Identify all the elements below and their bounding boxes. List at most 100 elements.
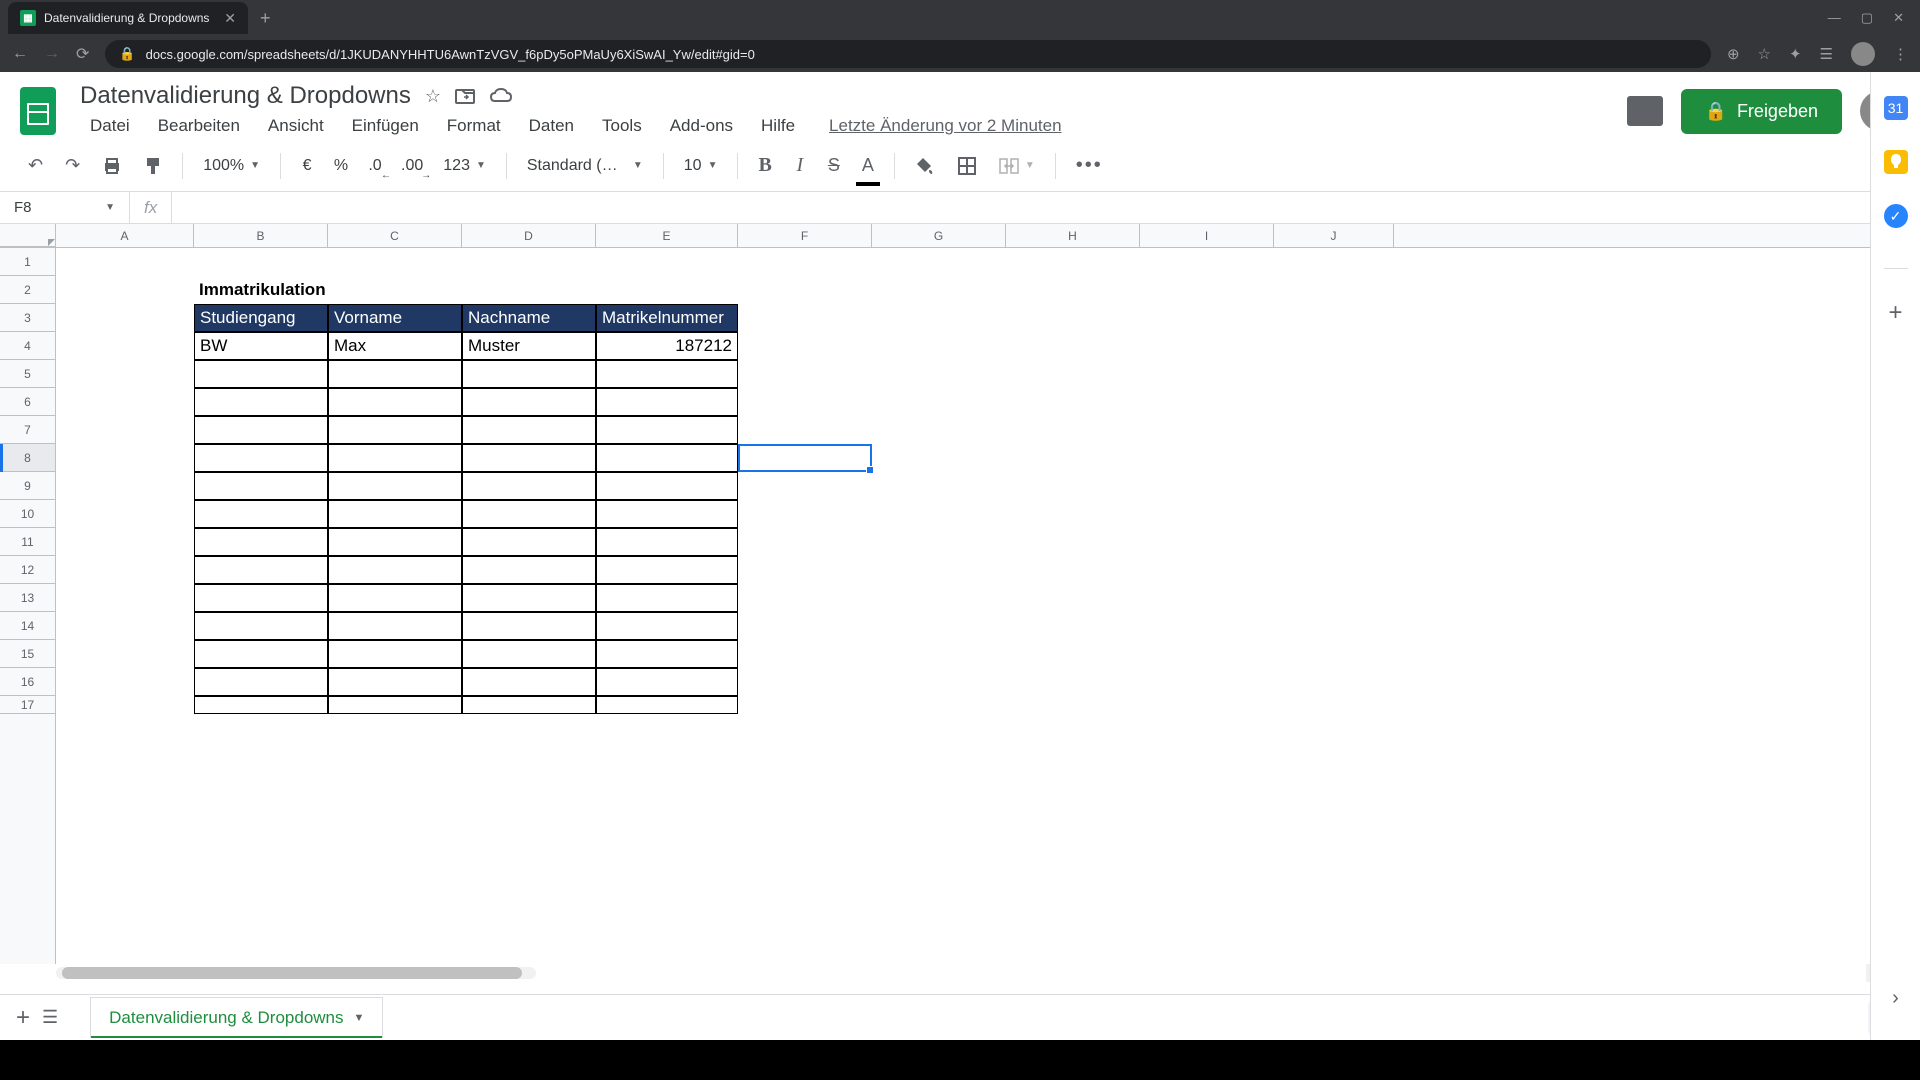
row-header[interactable]: 3 — [0, 304, 55, 332]
table-cell[interactable] — [462, 640, 596, 668]
text-color-button[interactable]: A — [854, 149, 882, 182]
row-header[interactable]: 14 — [0, 612, 55, 640]
sheet-menu-icon[interactable]: ▼ — [354, 1012, 365, 1024]
row-header[interactable]: 12 — [0, 556, 55, 584]
row-header[interactable]: 5 — [0, 360, 55, 388]
row-header[interactable]: 16 — [0, 668, 55, 696]
row-header[interactable]: 13 — [0, 584, 55, 612]
table-cell[interactable] — [596, 360, 738, 388]
column-header[interactable]: J — [1274, 224, 1394, 247]
menu-tools[interactable]: Tools — [592, 112, 652, 140]
table-cell[interactable] — [596, 388, 738, 416]
table-cell[interactable] — [328, 556, 462, 584]
column-header[interactable]: F — [738, 224, 872, 247]
table-cell[interactable] — [194, 528, 328, 556]
table-cell[interactable] — [462, 416, 596, 444]
table-cell[interactable] — [462, 556, 596, 584]
table-cell[interactable] — [194, 556, 328, 584]
table-cell[interactable] — [596, 668, 738, 696]
percent-button[interactable]: % — [327, 153, 355, 179]
last-edit-link[interactable]: Letzte Änderung vor 2 Minuten — [829, 116, 1061, 136]
table-cell[interactable] — [596, 500, 738, 528]
new-tab-button[interactable]: + — [260, 8, 271, 29]
table-cell[interactable] — [328, 416, 462, 444]
sheet-tab[interactable]: Datenvalidierung & Dropdowns ▼ — [90, 997, 383, 1038]
table-cell[interactable] — [596, 528, 738, 556]
redo-button[interactable]: ↷ — [57, 149, 88, 182]
increase-decimal-button[interactable]: .00→ — [395, 153, 429, 179]
close-window-icon[interactable]: ✕ — [1893, 10, 1904, 26]
font-size-dropdown[interactable]: 10▼ — [676, 153, 726, 179]
table-cell[interactable] — [462, 668, 596, 696]
spreadsheet-grid[interactable]: ABCDEFGHIJ 1234567891011121314151617 Imm… — [0, 224, 1920, 994]
column-header[interactable]: I — [1140, 224, 1274, 247]
table-header-cell[interactable]: Vorname — [328, 304, 462, 332]
google-sheets-logo[interactable] — [20, 87, 56, 135]
hide-side-panel-icon[interactable]: › — [1892, 987, 1899, 1010]
table-cell[interactable] — [194, 388, 328, 416]
row-header[interactable]: 11 — [0, 528, 55, 556]
row-header[interactable]: 8 — [0, 444, 55, 472]
table-cell[interactable]: BW — [194, 332, 328, 360]
profile-avatar-icon[interactable] — [1851, 42, 1875, 66]
table-cell[interactable] — [596, 556, 738, 584]
column-header[interactable]: H — [1006, 224, 1140, 247]
table-cell[interactable] — [462, 500, 596, 528]
italic-button[interactable]: I — [786, 148, 814, 183]
font-dropdown[interactable]: Standard (…▼ — [519, 153, 651, 179]
table-header-cell[interactable]: Nachname — [462, 304, 596, 332]
menu-edit[interactable]: Bearbeiten — [148, 112, 250, 140]
table-cell[interactable] — [596, 416, 738, 444]
zoom-dropdown[interactable]: 100%▼ — [195, 153, 268, 179]
fill-color-button[interactable] — [907, 150, 943, 182]
close-tab-icon[interactable]: ✕ — [224, 10, 236, 27]
row-header[interactable]: 9 — [0, 472, 55, 500]
bookmark-icon[interactable]: ☆ — [1758, 45, 1771, 63]
row-header[interactable]: 15 — [0, 640, 55, 668]
table-cell[interactable]: 187212 — [596, 332, 738, 360]
all-sheets-button[interactable]: ☰ — [42, 1007, 58, 1028]
table-cell[interactable] — [194, 640, 328, 668]
table-cell[interactable] — [462, 472, 596, 500]
number-format-dropdown[interactable]: 123▼ — [435, 153, 494, 179]
table-cell[interactable]: Max — [328, 332, 462, 360]
table-cell[interactable] — [596, 584, 738, 612]
table-header-cell[interactable]: Studiengang — [194, 304, 328, 332]
add-sheet-button[interactable]: + — [16, 1004, 30, 1032]
table-cell[interactable] — [596, 696, 738, 714]
table-cell[interactable] — [194, 612, 328, 640]
table-cell[interactable] — [462, 696, 596, 714]
table-title-cell[interactable]: Immatrikulation — [194, 276, 328, 304]
table-cell[interactable] — [328, 640, 462, 668]
column-header[interactable]: G — [872, 224, 1006, 247]
table-cell[interactable] — [194, 360, 328, 388]
table-cell[interactable] — [462, 528, 596, 556]
tasks-icon[interactable]: ✓ — [1884, 204, 1908, 228]
table-cell[interactable] — [328, 472, 462, 500]
menu-data[interactable]: Daten — [519, 112, 584, 140]
column-header[interactable]: D — [462, 224, 596, 247]
table-cell[interactable] — [596, 640, 738, 668]
row-header[interactable]: 7 — [0, 416, 55, 444]
menu-help[interactable]: Hilfe — [751, 112, 805, 140]
address-bar[interactable]: 🔒 docs.google.com/spreadsheets/d/1JKUDAN… — [105, 40, 1711, 68]
column-header[interactable]: B — [194, 224, 328, 247]
row-header[interactable]: 17 — [0, 696, 55, 714]
name-box[interactable]: F8 ▼ — [0, 192, 130, 223]
fill-handle[interactable] — [866, 466, 874, 474]
table-cell[interactable] — [596, 472, 738, 500]
add-addon-icon[interactable]: + — [1888, 299, 1902, 327]
row-header[interactable]: 10 — [0, 500, 55, 528]
keep-icon[interactable] — [1884, 150, 1908, 174]
table-cell[interactable] — [328, 612, 462, 640]
row-header[interactable]: 1 — [0, 248, 55, 276]
undo-button[interactable]: ↶ — [20, 149, 51, 182]
table-cell[interactable] — [596, 612, 738, 640]
table-cell[interactable] — [328, 584, 462, 612]
share-button[interactable]: 🔒 Freigeben — [1681, 89, 1842, 134]
table-cell[interactable]: Muster — [462, 332, 596, 360]
table-cell[interactable] — [194, 444, 328, 472]
extensions-icon[interactable]: ✦ — [1789, 45, 1802, 63]
browser-tab[interactable]: ▦ Datenvalidierung & Dropdowns ✕ — [8, 2, 248, 34]
reload-button[interactable]: ⟳ — [76, 44, 89, 64]
